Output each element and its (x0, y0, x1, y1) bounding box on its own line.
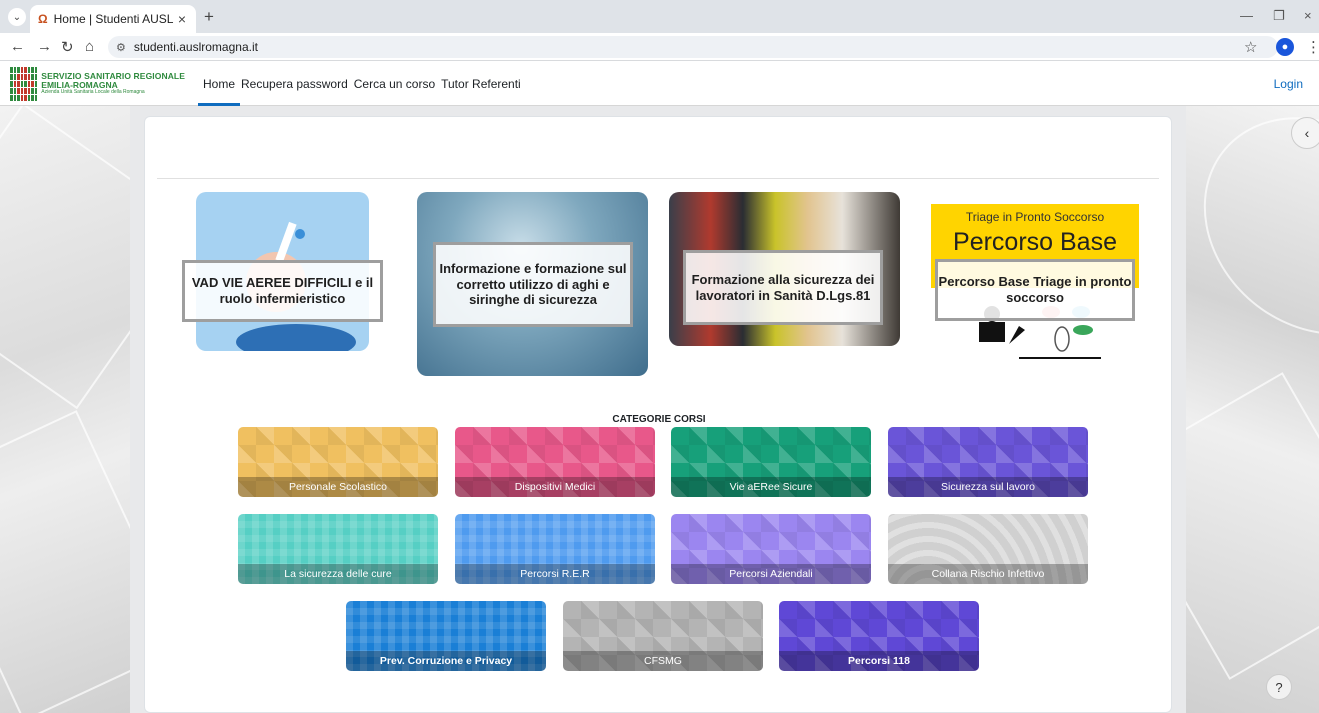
logo-grid-icon (10, 67, 38, 101)
site-logo[interactable]: SERVIZIO SANITARIO REGIONALE EMILIA-ROMA… (10, 66, 185, 102)
forward-arrow-icon[interactable]: → (37, 38, 52, 55)
category-label: Percorsi 118 (779, 651, 979, 671)
url-input[interactable]: ⚙ studenti.auslromagna.it (108, 36, 1278, 58)
category-collana-rischio-infettivo[interactable]: Collana Rischio Infettivo (888, 514, 1088, 584)
course-title-aghi-siringhe[interactable]: Informazione e formazione sul corretto u… (433, 242, 633, 327)
main-content: VAD VIE AEREE DIFFICILI e il ruolo infer… (144, 116, 1172, 713)
help-button[interactable]: ? (1266, 674, 1292, 700)
category-cfsmg[interactable]: CFSMG (563, 601, 763, 671)
restore-icon[interactable]: ❐ (1273, 8, 1285, 24)
category-personale-scolastico[interactable]: Personale Scolastico (238, 427, 438, 497)
bookmark-star-icon[interactable]: ☆ (1244, 38, 1257, 56)
nav-home[interactable]: Home (197, 61, 241, 106)
category-label: CFSMG (563, 651, 763, 671)
tab-search-menu-icon[interactable]: ⌄ (8, 8, 26, 26)
tab-title: Home | Studenti AUSL (53, 12, 174, 26)
course-title-sicurezza-lavoratori[interactable]: Formazione alla sicurezza dei lavoratori… (683, 250, 883, 325)
course-title-triage[interactable]: Percorso Base Triage in pronto soccorso (935, 259, 1135, 321)
category-label: Percorsi Aziendali (671, 564, 871, 584)
categories-title: CATEGORIE CORSI (612, 414, 706, 425)
category-label: La sicurezza delle cure (238, 564, 438, 584)
address-bar: ← → ↻ ⌂ ⚙ studenti.auslromagna.it ☆ ● ⋮ (0, 33, 1319, 61)
minimize-icon[interactable]: — (1240, 8, 1253, 23)
category-dispositivi-medici[interactable]: Dispositivi Medici (455, 427, 655, 497)
category-percorsi-118[interactable]: Percorsi 118 (779, 601, 979, 671)
divider (157, 178, 1159, 179)
category-percorsi-aziendali[interactable]: Percorsi Aziendali (671, 514, 871, 584)
site-navbar: SERVIZIO SANITARIO REGIONALE EMILIA-ROMA… (0, 61, 1319, 106)
url-text: studenti.auslromagna.it (133, 40, 258, 54)
site-info-icon[interactable]: ⚙ (116, 41, 126, 54)
home-icon[interactable]: ⌂ (85, 38, 94, 55)
nav-recupera-password[interactable]: Recupera password (241, 61, 348, 106)
category-label: Collana Rischio Infettivo (888, 564, 1088, 584)
category-percorsi-rer[interactable]: Percorsi R.E.R (455, 514, 655, 584)
drawer-toggle-chevron-left-icon[interactable]: ‹ (1291, 117, 1319, 149)
new-tab-icon[interactable]: + (204, 7, 214, 27)
category-label: Dispositivi Medici (455, 477, 655, 497)
profile-avatar-icon[interactable]: ● (1276, 38, 1294, 56)
favicon-icon: Ω (38, 12, 48, 26)
tab-close-icon[interactable]: × (178, 11, 186, 27)
background-left-panel (0, 106, 130, 713)
category-sicurezza-sul-lavoro[interactable]: Sicurezza sul lavoro (888, 427, 1088, 497)
nav-tutor-referenti[interactable]: Tutor Referenti (441, 61, 521, 106)
category-label: Vie aERee Sicure (671, 477, 871, 497)
primary-nav: Home Recupera password Cerca un corso Tu… (197, 61, 527, 106)
login-link[interactable]: Login (1274, 77, 1303, 91)
close-window-icon[interactable]: × (1304, 8, 1312, 23)
category-sicurezza-delle-cure[interactable]: La sicurezza delle cure (238, 514, 438, 584)
category-prev-corruzione-privacy[interactable]: Prev. Corruzione e Privacy (346, 601, 546, 671)
back-arrow-icon[interactable]: ← (10, 38, 25, 55)
browser-tab[interactable]: Ω Home | Studenti AUSL × (30, 5, 196, 33)
background-right-panel (1186, 106, 1319, 713)
browser-tab-bar: ⌄ Ω Home | Studenti AUSL × + — ❐ × (0, 0, 1319, 33)
category-label: Personale Scolastico (238, 477, 438, 497)
reload-icon[interactable]: ↻ (61, 38, 74, 56)
category-label: Percorsi R.E.R (455, 564, 655, 584)
category-vie-aeree-sicure[interactable]: Vie aERee Sicure (671, 427, 871, 497)
category-label: Prev. Corruzione e Privacy (346, 651, 546, 671)
logo-line3: Azienda Unità Sanitaria Locale della Rom… (41, 89, 145, 96)
course-title-vad[interactable]: VAD VIE AEREE DIFFICILI e il ruolo infer… (182, 260, 383, 322)
more-menu-icon[interactable]: ⋮ (1306, 38, 1319, 56)
nav-cerca-un-corso[interactable]: Cerca un corso (354, 61, 435, 106)
category-label: Sicurezza sul lavoro (888, 477, 1088, 497)
